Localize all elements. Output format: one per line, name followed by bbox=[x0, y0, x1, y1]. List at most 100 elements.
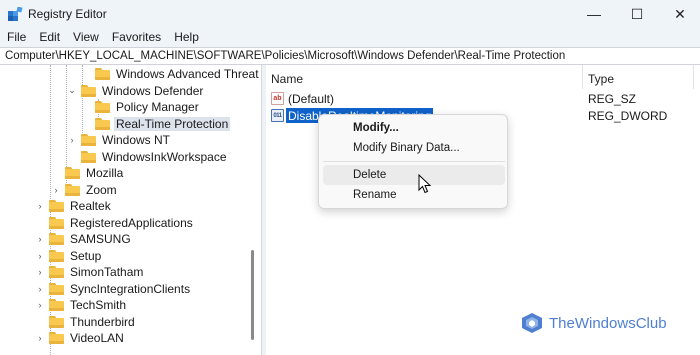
folder-icon bbox=[49, 299, 64, 312]
tree-item[interactable]: › Zoom bbox=[50, 182, 119, 199]
column-header-type[interactable]: Type bbox=[583, 65, 693, 89]
tree-item-label: VideoLAN bbox=[70, 331, 124, 346]
tree-item-label: Setup bbox=[70, 248, 102, 263]
address-bar[interactable]: Computer\HKEY_LOCAL_MACHINE\SOFTWARE\Pol… bbox=[0, 47, 700, 65]
menu-help[interactable]: Help bbox=[167, 28, 205, 47]
folder-icon bbox=[81, 134, 96, 147]
tree-item-label: Mozilla bbox=[86, 166, 124, 181]
folder-icon bbox=[49, 249, 64, 262]
menu-edit[interactable]: Edit bbox=[32, 28, 66, 47]
context-menu: Modify... Modify Binary Data... Delete R… bbox=[318, 114, 508, 209]
folder-icon bbox=[95, 117, 110, 130]
value-type: REG_DWORD bbox=[588, 109, 668, 123]
context-modify[interactable]: Modify... bbox=[323, 118, 505, 138]
tree-item-label: RegisteredApplications bbox=[70, 215, 193, 230]
chevron-down-icon[interactable]: ⌄ bbox=[66, 85, 78, 97]
close-button[interactable]: ✕ bbox=[660, 0, 700, 28]
tree-item-label: WindowsInkWorkspace bbox=[102, 149, 227, 164]
tree-item[interactable]: › SyncIntegrationClients bbox=[34, 281, 192, 298]
value-name: (Default) bbox=[288, 92, 335, 106]
folder-icon bbox=[49, 216, 64, 229]
watermark: TheWindowsClub bbox=[521, 311, 696, 335]
tree-item-label: Policy Manager bbox=[116, 100, 199, 115]
minimize-button[interactable]: — bbox=[574, 0, 614, 28]
binary-value-icon: 011 bbox=[271, 109, 284, 122]
tree-item-label: Realtek bbox=[70, 199, 111, 214]
window-title: Registry Editor bbox=[28, 7, 107, 21]
context-rename[interactable]: Rename bbox=[323, 185, 505, 205]
chevron-right-icon[interactable]: › bbox=[34, 266, 46, 278]
chevron-right-icon[interactable]: › bbox=[34, 332, 46, 344]
folder-icon bbox=[49, 200, 64, 213]
tree-item[interactable]: › TechSmith bbox=[34, 297, 128, 314]
tree-item[interactable]: ⌄ Windows Defender bbox=[66, 83, 205, 100]
tree-item[interactable]: Policy Manager bbox=[80, 99, 201, 116]
tree-item[interactable]: WindowsInkWorkspace bbox=[66, 149, 229, 166]
folder-icon bbox=[95, 68, 110, 81]
tree-item[interactable]: Windows Advanced Threat bbox=[80, 66, 261, 83]
tree-item[interactable]: › SimonTatham bbox=[34, 264, 145, 281]
folder-icon bbox=[81, 150, 96, 163]
chevron-right-icon[interactable]: › bbox=[66, 134, 78, 146]
tree-item[interactable]: › SAMSUNG bbox=[34, 231, 133, 248]
folder-icon bbox=[65, 183, 80, 196]
chevron-right-icon[interactable]: › bbox=[34, 200, 46, 212]
folder-icon bbox=[49, 266, 64, 279]
folder-icon bbox=[95, 101, 110, 114]
tree-item[interactable]: Real-Time Protection bbox=[80, 116, 231, 133]
scrollbar-thumb[interactable] bbox=[251, 250, 254, 340]
tree-item-label: Real-Time Protection bbox=[114, 116, 231, 131]
column-separator[interactable] bbox=[693, 65, 694, 89]
folder-icon bbox=[49, 233, 64, 246]
context-separator bbox=[323, 161, 505, 162]
folder-icon bbox=[49, 332, 64, 345]
tree-item-label: Thunderbird bbox=[70, 314, 135, 329]
tree-item-label: Windows Advanced Threat bbox=[116, 67, 259, 82]
context-modify-binary[interactable]: Modify Binary Data... bbox=[323, 138, 505, 158]
folder-icon bbox=[81, 84, 96, 97]
chevron-right-icon[interactable]: › bbox=[34, 233, 46, 245]
menu-file[interactable]: File bbox=[0, 28, 32, 47]
tree-item-label: Windows NT bbox=[102, 133, 171, 148]
tree-item-label: SAMSUNG bbox=[70, 232, 131, 247]
menu-bar: File Edit View Favorites Help bbox=[0, 28, 700, 47]
tree-item-label: TechSmith bbox=[70, 298, 127, 313]
tree-item-label: Zoom bbox=[86, 182, 117, 197]
chevron-right-icon[interactable]: › bbox=[34, 299, 46, 311]
tree-item[interactable]: RegisteredApplications bbox=[34, 215, 195, 232]
key-tree: Windows Advanced Threat ⌄ Windows Defender… bbox=[0, 65, 262, 355]
registry-editor-icon bbox=[8, 7, 23, 21]
tree-scrollbar[interactable] bbox=[248, 65, 256, 355]
chevron-right-icon[interactable]: › bbox=[34, 250, 46, 262]
column-header-name[interactable]: Name bbox=[266, 65, 582, 89]
string-value-icon: ab bbox=[271, 92, 284, 105]
menu-view[interactable]: View bbox=[66, 28, 105, 47]
tree-item[interactable]: › VideoLAN bbox=[34, 330, 126, 347]
folder-icon bbox=[49, 282, 64, 295]
tree-item-label: SyncIntegrationClients bbox=[70, 281, 191, 296]
folder-icon bbox=[49, 315, 64, 328]
chevron-right-icon[interactable]: › bbox=[34, 283, 46, 295]
value-row[interactable]: ab (Default) REG_SZ bbox=[266, 90, 700, 107]
chevron-right-icon[interactable]: › bbox=[50, 184, 62, 196]
tree-item[interactable]: Mozilla bbox=[50, 165, 125, 182]
menu-favorites[interactable]: Favorites bbox=[105, 28, 167, 47]
thewindowsclub-logo-icon bbox=[522, 313, 542, 333]
tree-item[interactable]: › Realtek bbox=[34, 198, 113, 215]
mouse-cursor-icon bbox=[418, 174, 432, 194]
tree-item-label: Windows Defender bbox=[102, 83, 204, 98]
title-bar: Registry Editor — ☐ ✕ bbox=[0, 0, 700, 28]
value-type: REG_SZ bbox=[588, 92, 637, 106]
tree-item[interactable]: › Windows NT bbox=[66, 132, 172, 149]
tree-item[interactable]: Thunderbird bbox=[34, 314, 137, 331]
tree-item[interactable]: › Setup bbox=[34, 248, 103, 265]
context-delete[interactable]: Delete bbox=[323, 165, 505, 185]
maximize-button[interactable]: ☐ bbox=[617, 0, 657, 28]
tree-item-label: SimonTatham bbox=[70, 265, 144, 280]
